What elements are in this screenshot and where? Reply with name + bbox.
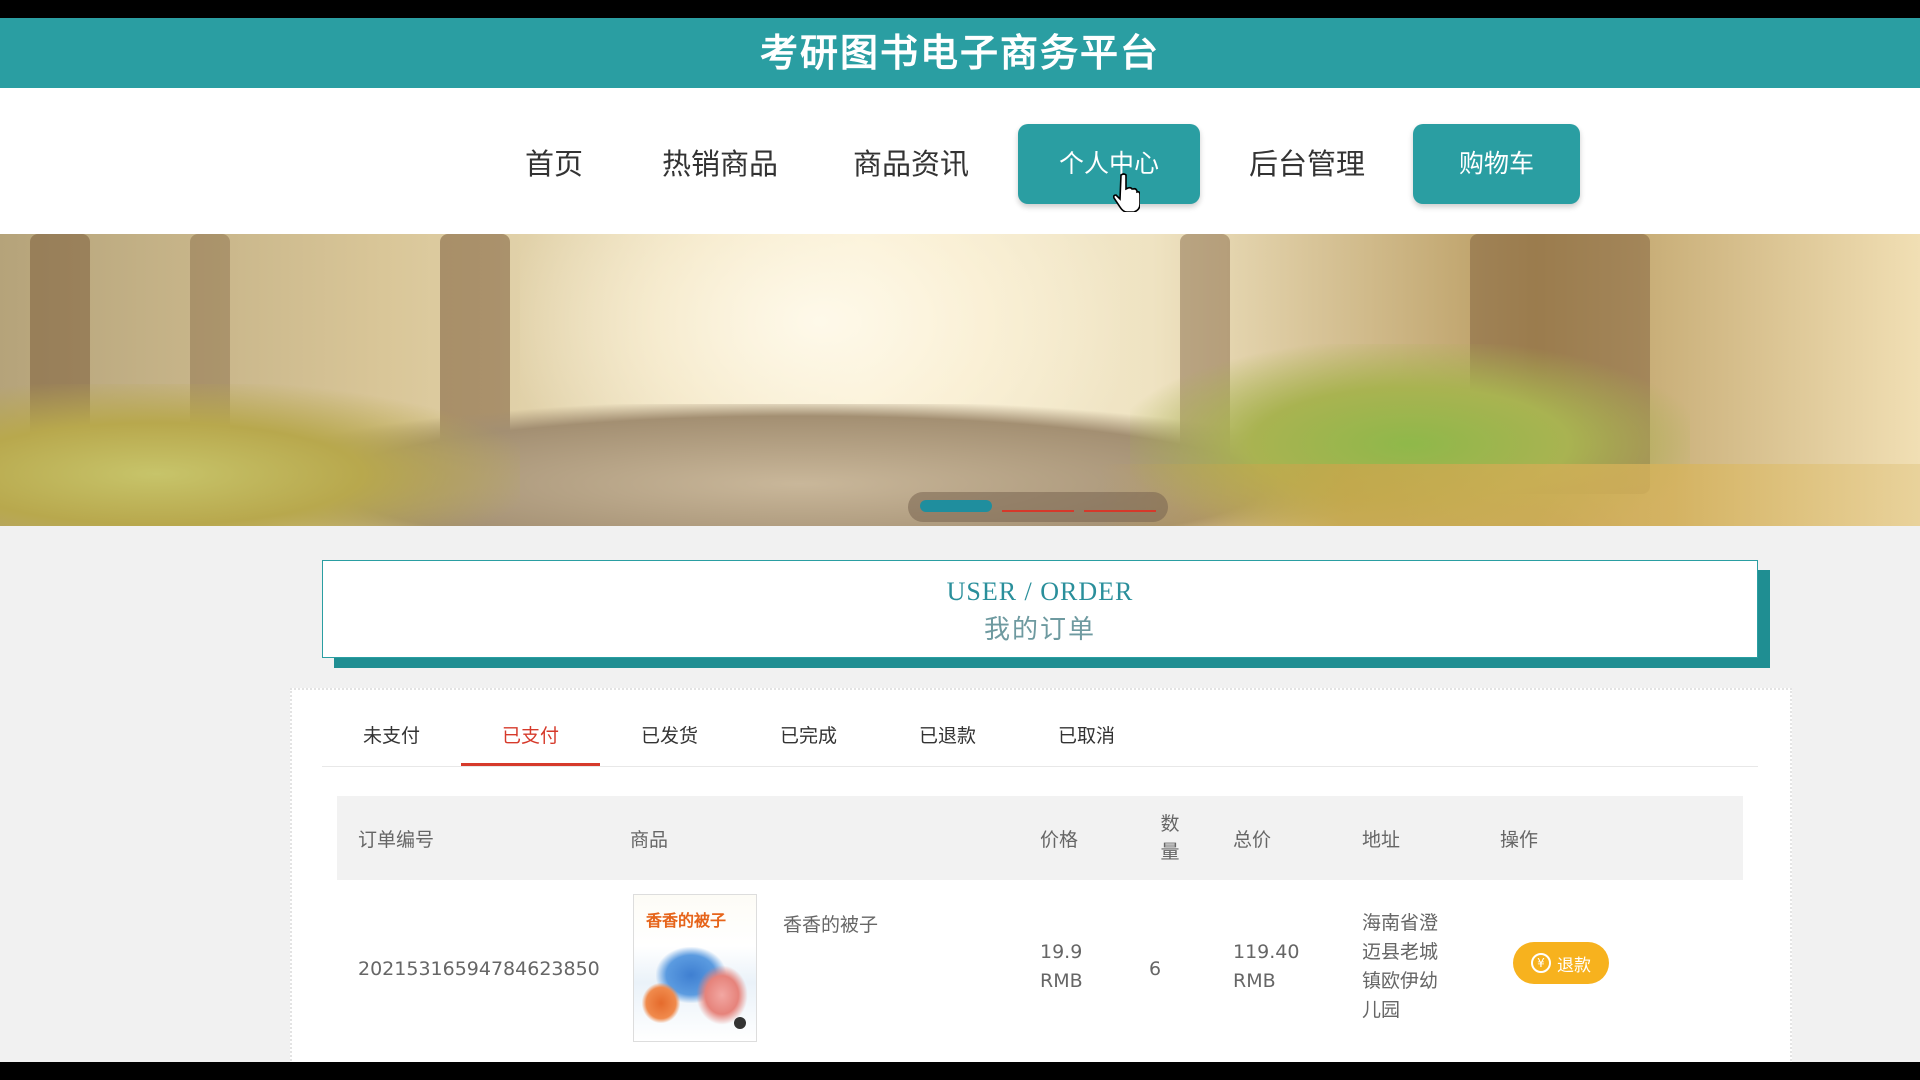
- total-price-currency: RMB: [1233, 970, 1276, 992]
- banner-leaves: [1100, 464, 1920, 526]
- cover-badge-icon: [734, 1017, 746, 1029]
- address-line: 儿园: [1362, 999, 1401, 1021]
- unit-price-value: 19.9: [1040, 941, 1083, 963]
- carousel-dot-1[interactable]: [920, 500, 992, 512]
- main-nav: 首页 热销商品 商品资讯 个人中心 后台管理 购物车: [0, 88, 1920, 234]
- unit-price-currency: RMB: [1040, 970, 1083, 992]
- col-product: 商品: [630, 828, 669, 851]
- col-quantity-label-2: 量: [1160, 841, 1180, 863]
- header-bar: 考研图书电子商务平台: [0, 18, 1920, 88]
- hand-cursor-icon: [1112, 173, 1140, 212]
- col-quantity: 数 量: [1155, 796, 1185, 880]
- tab-paid[interactable]: 已支付: [461, 708, 600, 766]
- order-number: 20215316594784623850: [358, 958, 600, 980]
- site-title: 考研图书电子商务平台: [759, 31, 1160, 75]
- quantity: 6: [1149, 958, 1162, 980]
- refund-button[interactable]: ¥ 退款: [1513, 942, 1609, 984]
- address-line: 镇欧伊幼: [1362, 970, 1439, 992]
- hero-banner: [0, 234, 1920, 526]
- section-title-cn: 我的订单: [983, 615, 1096, 645]
- order-section-header: USER / ORDER 我的订单: [322, 560, 1758, 658]
- col-action: 操作: [1500, 828, 1539, 851]
- tab-cancelled[interactable]: 已取消: [1017, 708, 1156, 766]
- unit-price: 19.9 RMB: [1040, 938, 1083, 996]
- orders-panel: 未支付 已支付 已发货 已完成 已退款 已取消 订单编号 商品 价格 数 量 总…: [290, 688, 1792, 1062]
- carousel-dot-2[interactable]: [1002, 510, 1074, 512]
- col-address: 地址: [1362, 828, 1401, 851]
- nav-hot-products[interactable]: 热销商品: [646, 124, 794, 204]
- cover-illustration: [642, 983, 680, 1023]
- nav-cart[interactable]: 购物车: [1413, 124, 1580, 204]
- col-total: 总价: [1233, 828, 1272, 851]
- tab-completed[interactable]: 已完成: [739, 708, 878, 766]
- order-status-tabs: 未支付 已支付 已发货 已完成 已退款 已取消: [322, 708, 1758, 767]
- nav-home[interactable]: 首页: [512, 124, 596, 204]
- col-order-no: 订单编号: [358, 828, 435, 851]
- carousel-indicators: [908, 492, 1168, 522]
- section-title-en: USER / ORDER: [946, 577, 1134, 606]
- table-row: 20215316594784623850 香香的被子 香香的被子 19.9 RM…: [337, 880, 1743, 1060]
- total-price: 119.40 RMB: [1233, 938, 1299, 996]
- product-name[interactable]: 香香的被子: [783, 910, 878, 937]
- cover-title: 香香的被子: [646, 911, 727, 930]
- total-price-value: 119.40: [1233, 941, 1300, 963]
- nav-admin[interactable]: 后台管理: [1232, 124, 1382, 204]
- delivery-address: 海南省澄 迈县老城 镇欧伊幼 儿园: [1362, 909, 1438, 1025]
- nav-personal-center[interactable]: 个人中心: [1018, 124, 1200, 204]
- tab-refunded[interactable]: 已退款: [878, 708, 1017, 766]
- address-line: 迈县老城: [1362, 941, 1439, 963]
- tab-unpaid[interactable]: 未支付: [322, 708, 461, 766]
- app-window: 考研图书电子商务平台 首页 热销商品 商品资讯 个人中心 后台管理 购物车 US…: [0, 18, 1920, 1062]
- banner-grass: [0, 384, 520, 526]
- yen-icon: ¥: [1531, 953, 1551, 973]
- refund-button-label: 退款: [1557, 955, 1591, 976]
- address-line: 海南省澄: [1362, 912, 1439, 934]
- carousel-dot-3[interactable]: [1084, 510, 1156, 512]
- col-quantity-label-1: 数: [1160, 813, 1180, 835]
- col-price: 价格: [1040, 828, 1079, 851]
- cover-illustration: [696, 965, 748, 1025]
- nav-product-news[interactable]: 商品资讯: [836, 124, 986, 204]
- product-cover-image[interactable]: 香香的被子: [633, 894, 757, 1042]
- tab-shipped[interactable]: 已发货: [600, 708, 739, 766]
- table-header: 订单编号 商品 价格 数 量 总价 地址 操作: [337, 796, 1743, 880]
